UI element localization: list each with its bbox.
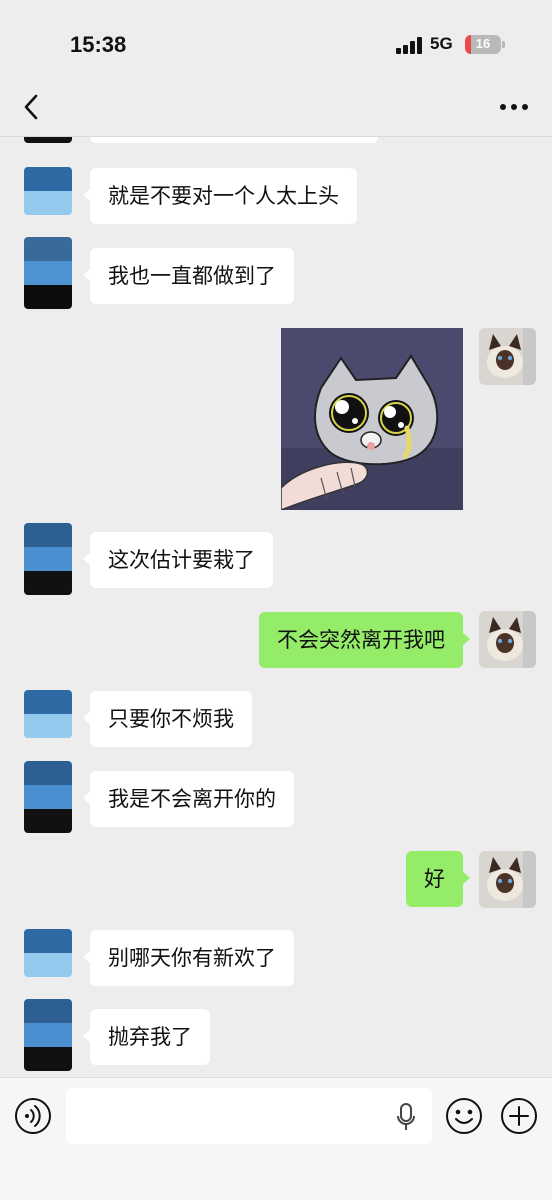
self-avatar[interactable] xyxy=(479,851,536,908)
contact-avatar[interactable] xyxy=(24,761,72,833)
message-input[interactable] xyxy=(66,1088,432,1144)
message-list[interactable]: 就是不要对一个人太上头 我也一直都做到了 这次估计要栽了 不会突然离开我吧 只要… xyxy=(0,137,552,1077)
mic-icon[interactable] xyxy=(395,1102,417,1132)
contact-avatar[interactable] xyxy=(24,690,72,738)
crying-cat-sticker[interactable] xyxy=(281,328,463,510)
incoming-message-bubble[interactable]: 我是不会离开你的 xyxy=(83,771,294,827)
battery-level: 16 xyxy=(475,36,491,51)
contact-avatar[interactable] xyxy=(24,523,72,595)
incoming-message-bubble[interactable]: 只要你不烦我 xyxy=(83,691,252,747)
self-avatar[interactable] xyxy=(479,328,536,385)
input-bar xyxy=(0,1077,552,1200)
incoming-message-bubble[interactable]: 就是不要对一个人太上头 xyxy=(83,168,357,224)
incoming-message-bubble[interactable]: 这次估计要栽了 xyxy=(83,532,273,588)
contact-avatar[interactable] xyxy=(24,237,72,309)
contact-avatar[interactable] xyxy=(24,929,72,977)
incoming-message-bubble[interactable]: 抛弃我了 xyxy=(83,1009,210,1065)
self-avatar[interactable] xyxy=(479,611,536,668)
contact-avatar[interactable] xyxy=(24,137,72,143)
incoming-message-bubble[interactable]: 我也一直都做到了 xyxy=(83,248,294,304)
contact-avatar[interactable] xyxy=(24,999,72,1071)
battery-tip xyxy=(502,41,505,48)
emoji-icon[interactable] xyxy=(445,1097,483,1135)
outgoing-message-bubble[interactable]: 好 xyxy=(406,851,470,907)
status-time: 15:38 xyxy=(70,32,127,57)
status-bar: 15:38 5G 16 xyxy=(0,0,552,80)
voice-icon[interactable] xyxy=(14,1097,52,1135)
ellipsis-icon[interactable] xyxy=(496,94,532,120)
message-bubble-partial[interactable] xyxy=(90,137,378,143)
battery-icon: 16 xyxy=(465,35,501,54)
chevron-left-icon[interactable] xyxy=(18,92,46,122)
contact-avatar[interactable] xyxy=(24,167,72,215)
outgoing-message-bubble[interactable]: 不会突然离开我吧 xyxy=(259,612,470,668)
signal-icon xyxy=(396,37,422,54)
plus-icon[interactable] xyxy=(500,1097,538,1135)
network-type: 5G xyxy=(430,34,453,53)
incoming-message-bubble[interactable]: 别哪天你有新欢了 xyxy=(83,930,294,986)
chat-header xyxy=(0,80,552,137)
